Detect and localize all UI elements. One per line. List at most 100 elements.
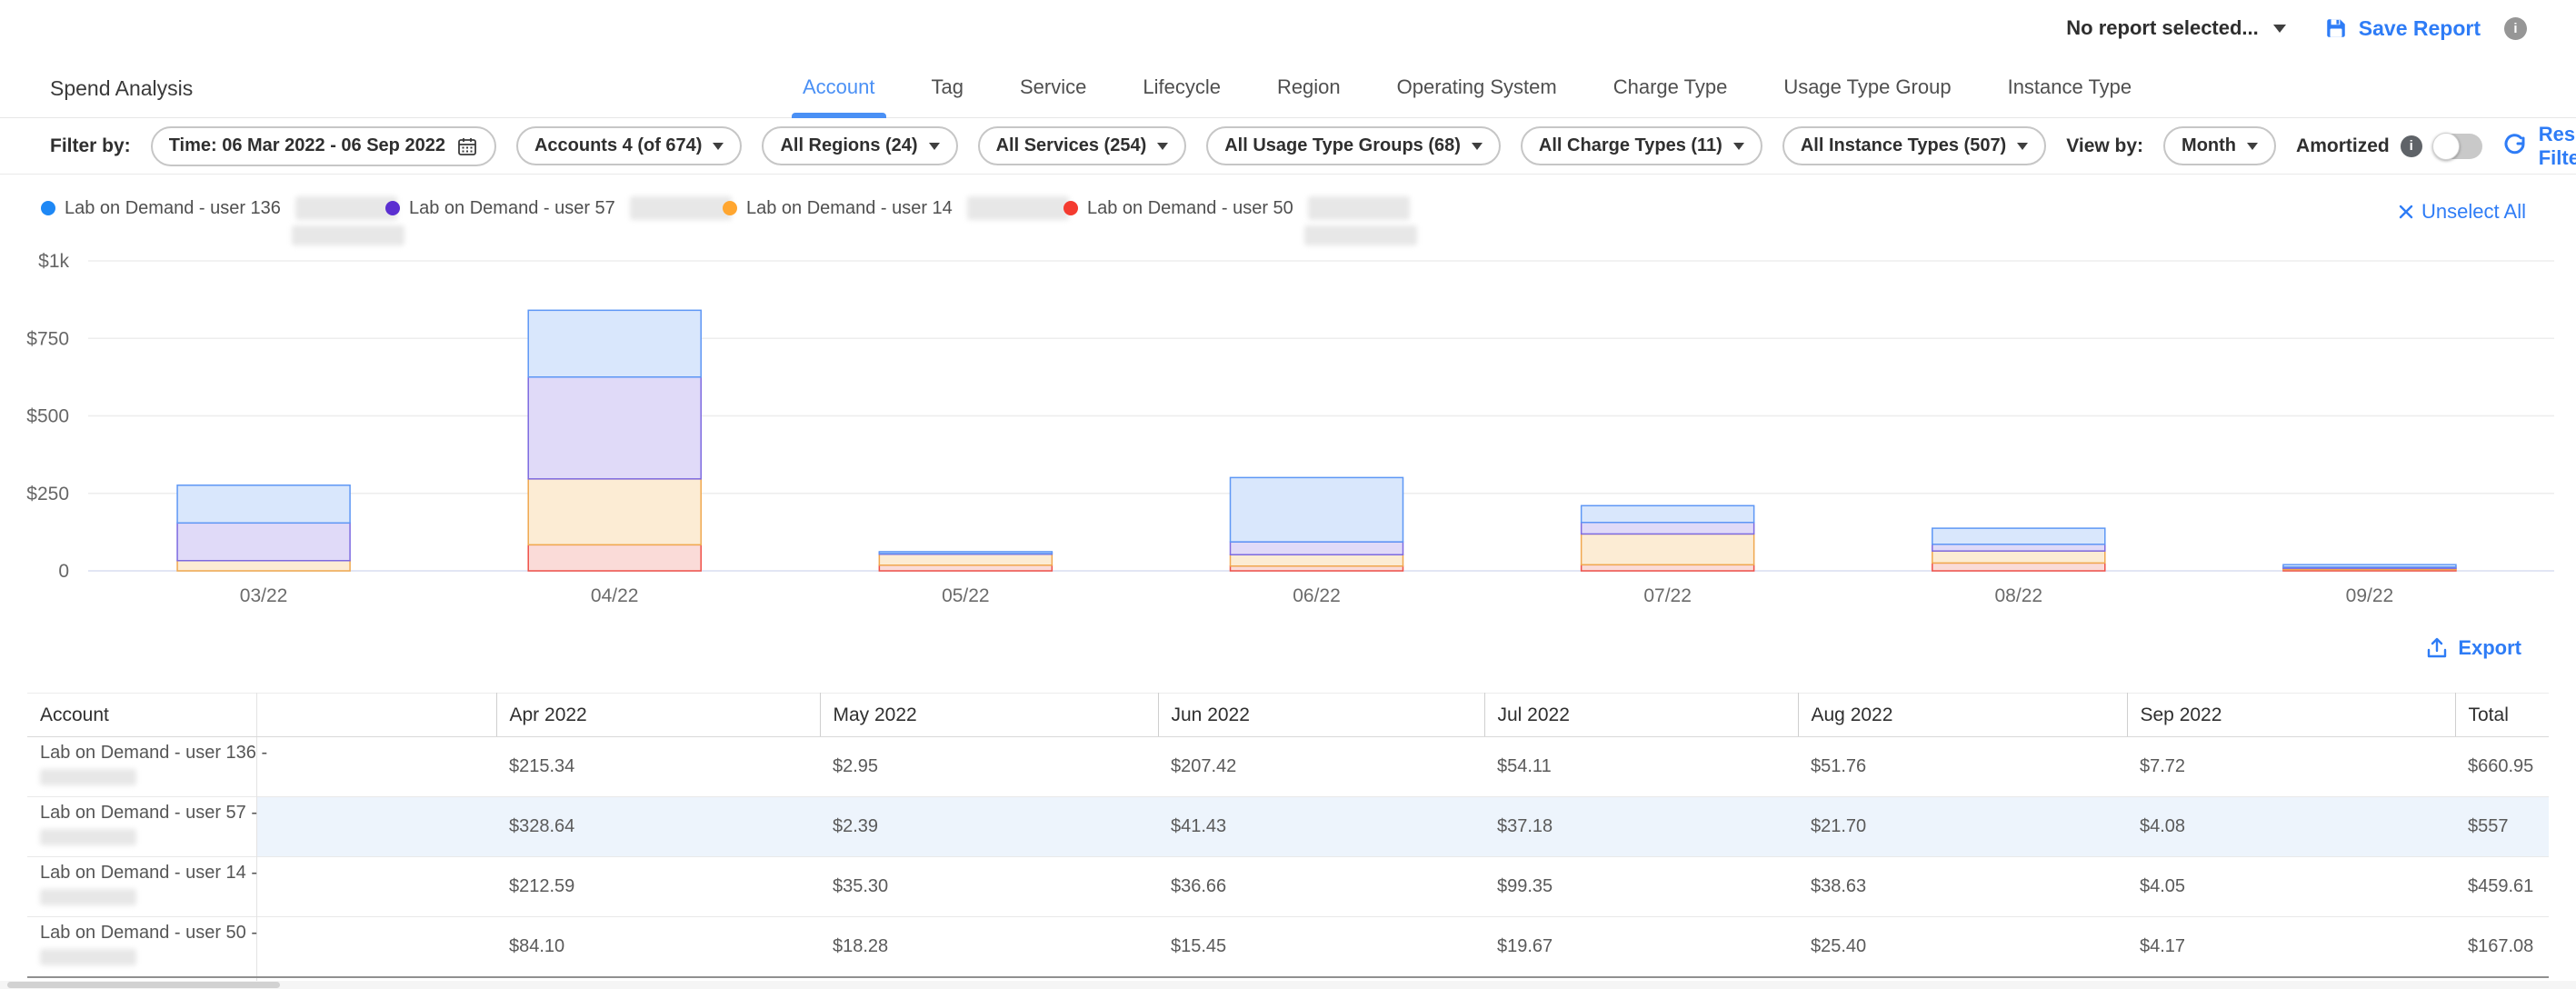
account-name: Lab on Demand - user 14 - [40, 863, 256, 884]
regions-filter-value: All Regions (24) [780, 135, 917, 156]
redacted-text [292, 225, 404, 245]
table-row: Lab on Demand - user 136 -$215.34$2.95$2… [27, 737, 2549, 797]
value-cell: $15.45 [1158, 917, 1484, 978]
bar-segment[interactable] [528, 377, 701, 479]
spend-table: AccountApr 2022May 2022Jun 2022Jul 2022A… [27, 693, 2549, 989]
x-axis-tick: 06/22 [1293, 585, 1341, 606]
save-report-button[interactable]: Save Report [2324, 16, 2481, 41]
account-name: Lab on Demand - user 57 - [40, 803, 256, 824]
value-cell: $35.30 [820, 857, 1158, 917]
x-axis-tick: 05/22 [942, 585, 990, 606]
spacer-cell [256, 797, 496, 857]
legend-label: Lab on Demand - user 136 [65, 198, 281, 219]
tab-service[interactable]: Service [1020, 75, 1086, 117]
charge-types-filter-value: All Charge Types (11) [1539, 135, 1722, 156]
value-cell: $19.67 [1484, 917, 1798, 978]
unselect-all-button[interactable]: Unselect All [2398, 200, 2526, 224]
legend-item-user-50[interactable]: Lab on Demand - user 50 [1063, 196, 1410, 220]
regions-filter[interactable]: All Regions (24) [762, 126, 957, 165]
services-filter[interactable]: All Services (254) [978, 126, 1187, 165]
report-selector-dropdown[interactable]: No report selected... [2066, 16, 2286, 40]
bar-segment[interactable] [177, 485, 350, 523]
account-cell: Lab on Demand - user 57 - [27, 797, 256, 857]
bar-segment[interactable] [1582, 505, 1754, 522]
refresh-icon [2502, 134, 2528, 159]
column-header: Apr 2022 [496, 694, 820, 737]
value-cell: $660.95 [2455, 737, 2549, 797]
bar-segment[interactable] [879, 552, 1052, 554]
value-cell: $37.18 [1484, 797, 1798, 857]
bar-segment[interactable] [528, 479, 701, 544]
spend-chart[interactable]: $1k$750$500$250003/2204/2205/2206/2207/2… [0, 244, 2576, 625]
value-cell: $167.08 [2455, 917, 2549, 978]
value-cell: $41.43 [1158, 797, 1484, 857]
bar-segment[interactable] [1231, 566, 1403, 571]
bar-segment[interactable] [1932, 528, 2105, 544]
table-row: Lab on Demand - user 50 -$84.10$18.28$15… [27, 917, 2549, 978]
value-cell: $215.34 [496, 737, 820, 797]
tab-instance-type[interactable]: Instance Type [2008, 75, 2132, 117]
bar-segment[interactable] [1582, 534, 1754, 564]
tab-tag[interactable]: Tag [932, 75, 964, 117]
filter-by-label: Filter by: [50, 135, 131, 157]
spend-analysis-page: No report selected... Save Report Spend … [0, 0, 2576, 989]
bar-segment[interactable] [2283, 564, 2456, 567]
redacted-text [630, 196, 732, 220]
legend-label: Lab on Demand - user 50 [1087, 198, 1293, 219]
tab-operating-system[interactable]: Operating System [1397, 75, 1557, 117]
charge-types-filter[interactable]: All Charge Types (11) [1521, 126, 1762, 165]
bar-segment[interactable] [879, 554, 1052, 565]
legend-item-user-136[interactable]: Lab on Demand - user 136 [41, 196, 397, 220]
bar-segment[interactable] [1932, 563, 2105, 571]
accounts-filter[interactable]: Accounts 4 (of 674) [516, 126, 742, 165]
time-filter[interactable]: Time: 06 Mar 2022 - 06 Sep 2022 [151, 126, 496, 166]
bar-segment[interactable] [879, 565, 1052, 571]
close-icon [2398, 204, 2414, 220]
legend-item-user-57[interactable]: Lab on Demand - user 57 [385, 196, 732, 220]
usage-type-groups-filter[interactable]: All Usage Type Groups (68) [1206, 126, 1501, 165]
value-cell: $4.08 [2127, 797, 2455, 857]
info-icon[interactable] [2504, 17, 2527, 40]
bar-segment[interactable] [1932, 544, 2105, 551]
value-cell: $25.40 [1798, 917, 2127, 978]
tab-charge-type[interactable]: Charge Type [1613, 75, 1728, 117]
bar-segment[interactable] [528, 310, 701, 376]
value-cell: $84.10 [496, 917, 820, 978]
scrollbar-thumb[interactable] [7, 982, 280, 988]
series-color-dot [41, 201, 55, 215]
unselect-all-label: Unselect All [2421, 200, 2526, 224]
value-cell: $328.64 [496, 797, 820, 857]
bar-segment[interactable] [1231, 542, 1403, 554]
spacer-column [256, 694, 496, 737]
instance-types-filter[interactable]: All Instance Types (507) [1782, 126, 2046, 165]
bar-segment[interactable] [528, 544, 701, 571]
tab-region[interactable]: Region [1277, 75, 1341, 117]
save-report-label: Save Report [2359, 16, 2481, 41]
bar-segment[interactable] [1582, 523, 1754, 534]
column-header: Jul 2022 [1484, 694, 1798, 737]
export-button[interactable]: Export [2425, 636, 2521, 660]
chevron-down-icon [2247, 143, 2258, 150]
tab-usage-type-group[interactable]: Usage Type Group [1783, 75, 1951, 117]
column-header: Jun 2022 [1158, 694, 1484, 737]
export-icon [2425, 636, 2449, 660]
bar-segment[interactable] [1231, 554, 1403, 566]
bar-segment[interactable] [1231, 477, 1403, 542]
calendar-icon [456, 135, 478, 157]
amortized-toggle[interactable] [2433, 134, 2482, 159]
instance-types-filter-value: All Instance Types (507) [1801, 135, 2006, 156]
bar-segment[interactable] [1932, 551, 2105, 563]
bar-segment[interactable] [177, 561, 350, 571]
info-icon[interactable] [2401, 135, 2422, 157]
redacted-text [1308, 196, 1410, 220]
tab-account[interactable]: Account [803, 75, 875, 117]
reset-filters-button[interactable]: Reset Filters [2502, 123, 2576, 170]
series-color-dot [385, 201, 400, 215]
tab-lifecycle[interactable]: Lifecycle [1143, 75, 1221, 117]
amortized-label: Amortized [2296, 135, 2390, 157]
value-cell: $459.61 [2455, 857, 2549, 917]
bar-segment[interactable] [1582, 564, 1754, 571]
view-by-dropdown[interactable]: Month [2163, 126, 2276, 165]
bar-segment[interactable] [177, 523, 350, 560]
legend-item-user-14[interactable]: Lab on Demand - user 14 [723, 196, 1069, 220]
